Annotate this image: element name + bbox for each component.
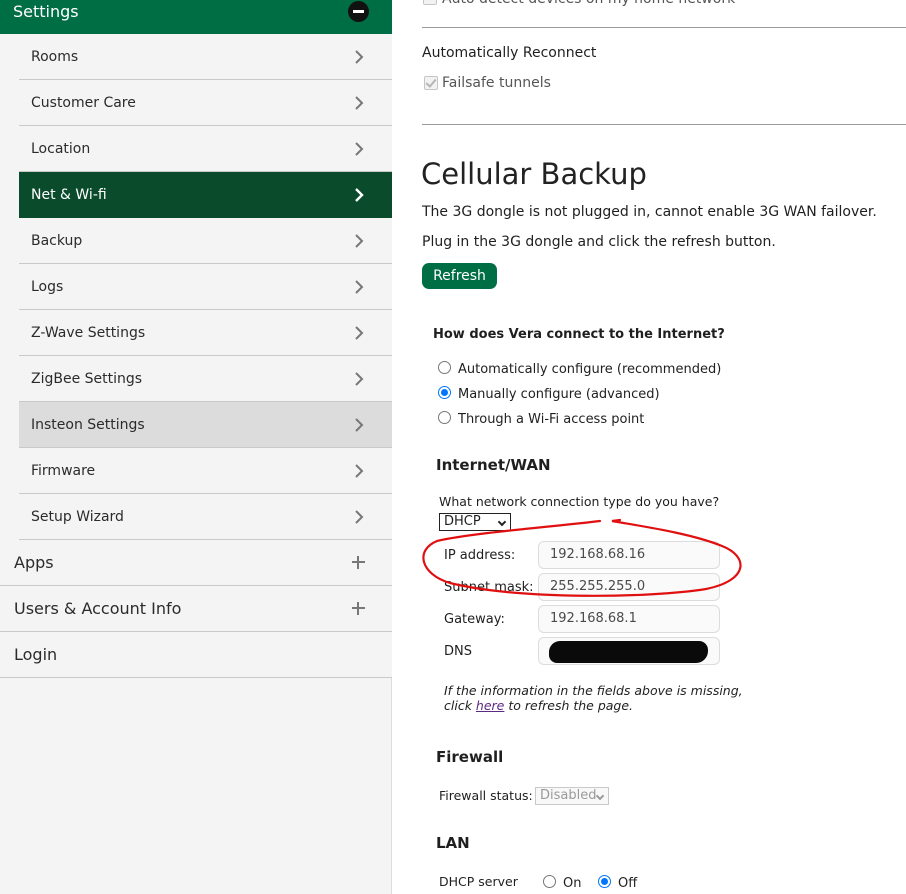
settings-section-header[interactable]: Settings	[0, 0, 392, 34]
sidebar-users-account-info[interactable]: Users & Account Info	[0, 586, 392, 632]
dhcp-on-label: On	[563, 876, 582, 891]
refresh-button[interactable]: Refresh	[422, 263, 497, 289]
settings-section-title: Settings	[13, 2, 79, 21]
sidebar-item-firmware[interactable]: Firmware	[19, 448, 392, 494]
chevron-down-icon	[497, 517, 507, 527]
sidebar-item-zigbee-settings[interactable]: ZigBee Settings	[19, 356, 392, 402]
dhcp-on-radio[interactable]	[543, 875, 556, 888]
subnet-mask-label: Subnet mask:	[444, 580, 534, 595]
radio-manual-configure-label: Manually configure (advanced)	[458, 387, 660, 402]
sidebar-item-label: Customer Care	[31, 95, 136, 111]
sidebar-item-zwave-settings[interactable]: Z-Wave Settings	[19, 310, 392, 356]
firewall-status-value: Disabled	[540, 788, 597, 803]
redaction-scribble	[549, 641, 708, 663]
chevron-right-icon	[355, 326, 364, 340]
ip-address-label: IP address:	[444, 548, 516, 563]
expand-plus-icon[interactable]	[352, 556, 365, 569]
chevron-right-icon	[355, 510, 364, 524]
cellular-status-text: The 3G dongle is not plugged in, cannot …	[422, 204, 877, 220]
connection-type-value: DHCP	[444, 514, 481, 529]
refresh-note-end: to refresh the page.	[508, 698, 634, 713]
sidebar-item-label: Z-Wave Settings	[31, 325, 146, 341]
collapse-minus-icon[interactable]	[348, 1, 369, 22]
gateway-field[interactable]: 192.168.68.1	[538, 605, 720, 633]
refresh-here-link[interactable]: here	[476, 698, 504, 713]
sidebar-item-customer-care[interactable]: Customer Care	[19, 80, 392, 126]
gateway-label: Gateway:	[444, 612, 505, 627]
chevron-right-icon	[355, 188, 364, 202]
dhcp-server-label: DHCP server	[439, 874, 518, 889]
sidebar-item-label: Location	[31, 141, 91, 157]
firewall-status-label: Firewall status:	[439, 788, 533, 803]
sidebar-login-label: Login	[14, 645, 58, 664]
expand-plus-icon[interactable]	[352, 602, 365, 615]
radio-auto-configure-label: Automatically configure (recommended)	[458, 362, 722, 377]
chevron-right-icon	[355, 50, 364, 64]
chevron-right-icon	[355, 96, 364, 110]
auto-detect-label: Auto detect devices on my home network	[442, 0, 735, 8]
sidebar-item-rooms[interactable]: Rooms	[19, 34, 392, 80]
dhcp-off-label: Off	[618, 876, 638, 891]
internet-wan-heading: Internet/WAN	[436, 456, 551, 474]
radio-wifi-access-point[interactable]	[438, 411, 451, 424]
refresh-note-line1: If the information in the fields above i…	[444, 683, 743, 698]
subnet-mask-field[interactable]: 255.255.255.0	[538, 573, 720, 601]
lan-heading: LAN	[436, 834, 470, 852]
chevron-right-icon	[355, 372, 364, 386]
sidebar-item-label: ZigBee Settings	[31, 371, 143, 387]
sidebar-users-label: Users & Account Info	[14, 599, 182, 618]
dhcp-off-radio[interactable]	[598, 875, 611, 888]
sidebar-item-backup[interactable]: Backup	[19, 218, 392, 264]
sidebar-item-label: Net & Wi-fi	[31, 187, 107, 203]
chevron-right-icon	[355, 418, 364, 432]
refresh-note-click: click	[444, 698, 472, 713]
sidebar-item-location[interactable]: Location	[19, 126, 392, 172]
firewall-heading: Firewall	[436, 748, 504, 766]
sidebar-item-setup-wizard[interactable]: Setup Wizard	[19, 494, 392, 540]
connection-type-question: What network connection type do you have…	[439, 494, 720, 509]
chevron-right-icon	[355, 142, 364, 156]
radio-manual-configure[interactable]	[438, 386, 451, 399]
refresh-note-line2: click here to refresh the page.	[444, 698, 633, 714]
divider	[422, 124, 906, 125]
reconnect-heading: Automatically Reconnect	[422, 45, 597, 61]
connection-type-select[interactable]: DHCP	[439, 513, 511, 531]
sidebar-item-label: Rooms	[31, 49, 79, 65]
firewall-status-select[interactable]: Disabled	[535, 787, 609, 805]
chevron-down-icon	[595, 791, 605, 801]
dns-label: DNS	[444, 644, 472, 659]
cellular-backup-title: Cellular Backup	[421, 157, 647, 191]
divider	[422, 27, 906, 28]
sidebar-apps-label: Apps	[14, 553, 54, 572]
sidebar-item-net-wifi[interactable]: Net & Wi-fi	[19, 172, 392, 218]
sidebar-item-logs[interactable]: Logs	[19, 264, 392, 310]
failsafe-tunnels-label: Failsafe tunnels	[442, 75, 551, 91]
sidebar-item-label: Backup	[31, 233, 83, 249]
chevron-right-icon	[355, 234, 364, 248]
chevron-right-icon	[355, 464, 364, 478]
sidebar: Settings Rooms Customer Care Location Ne…	[0, 0, 392, 894]
cellular-instruction-text: Plug in the 3G dongle and click the refr…	[422, 234, 776, 250]
radio-wifi-access-point-label: Through a Wi-Fi access point	[458, 412, 645, 427]
sidebar-item-label: Setup Wizard	[31, 509, 124, 525]
radio-auto-configure[interactable]	[438, 361, 451, 374]
sidebar-item-label: Logs	[31, 279, 64, 295]
sidebar-item-insteon-settings[interactable]: Insteon Settings	[19, 402, 392, 448]
sidebar-item-label: Insteon Settings	[31, 417, 145, 433]
sidebar-login[interactable]: Login	[0, 632, 392, 678]
ip-address-field[interactable]: 192.168.68.16	[538, 541, 720, 569]
chevron-right-icon	[355, 280, 364, 294]
sidebar-apps[interactable]: Apps	[0, 540, 392, 586]
failsafe-tunnels-checkbox[interactable]	[424, 76, 438, 90]
auto-detect-checkbox[interactable]	[423, 0, 437, 5]
sidebar-item-label: Firmware	[31, 463, 96, 479]
connect-question: How does Vera connect to the Internet?	[433, 327, 725, 342]
